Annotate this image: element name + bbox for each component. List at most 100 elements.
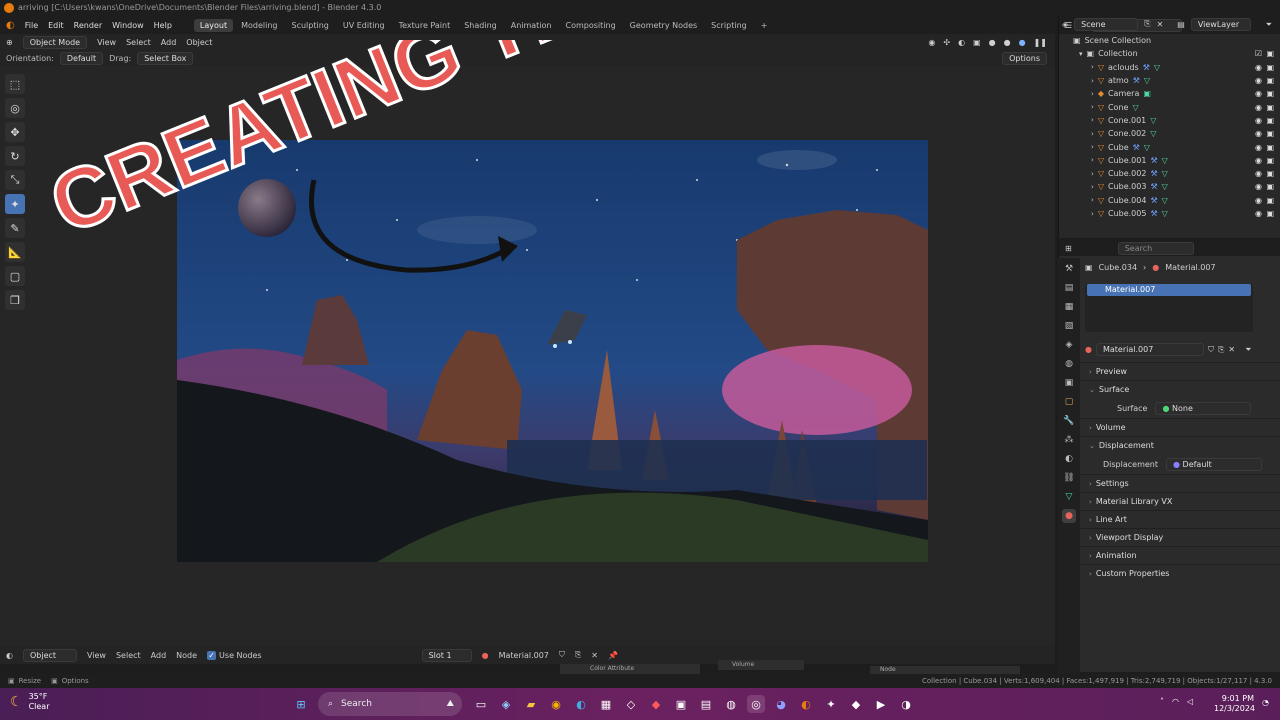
- unlink-material-icon[interactable]: ✕: [1228, 345, 1235, 354]
- outliner-item[interactable]: › ▽ Cone ▽ ◉ ▣: [1059, 100, 1280, 113]
- rotate-tool-icon[interactable]: ↻: [5, 146, 25, 166]
- checkbox-icon[interactable]: ☑: [1255, 49, 1262, 58]
- scene-collection-row[interactable]: ▣ Scene Collection: [1059, 34, 1280, 47]
- output-tab-icon[interactable]: ▦: [1062, 300, 1076, 314]
- camera-visibility-icon[interactable]: ▣: [1266, 76, 1274, 85]
- volume-icon[interactable]: ◁: [1187, 697, 1193, 706]
- orientation-dropdown[interactable]: Default: [59, 51, 104, 65]
- red-app-icon[interactable]: ◆: [647, 695, 665, 713]
- camera-visibility-icon[interactable]: ▣: [1266, 129, 1274, 138]
- editor-type-icon[interactable]: ⊕: [6, 38, 13, 47]
- node-editor-type-icon[interactable]: ◐: [6, 651, 13, 660]
- store-icon[interactable]: ▤: [697, 695, 715, 713]
- wifi-icon[interactable]: ◠: [1172, 697, 1179, 706]
- viewport-menu-select[interactable]: Select: [126, 38, 151, 47]
- delete-scene-icon[interactable]: ✕: [1157, 20, 1164, 29]
- drag-dropdown[interactable]: Select Box: [137, 51, 194, 65]
- outliner-item[interactable]: › ▽ Cube.001 ⚒ ▽ ◉ ▣: [1059, 154, 1280, 167]
- tray-chevron-icon[interactable]: ˄: [1160, 697, 1164, 706]
- viewlayer-dropdown[interactable]: ViewLayer: [1190, 17, 1251, 31]
- outliner-item[interactable]: › ▽ Cone.002 ▽ ◉ ▣: [1059, 127, 1280, 140]
- panel-preview[interactable]: › Preview: [1081, 362, 1280, 380]
- steam-icon[interactable]: ◍: [722, 695, 740, 713]
- gizmo-icon[interactable]: ✣: [943, 38, 950, 47]
- duplicate-material-icon[interactable]: ⎘: [1218, 345, 1224, 355]
- node-duplicate-icon[interactable]: ⎘: [575, 650, 581, 660]
- checkbox-checked-icon[interactable]: ✓: [207, 650, 217, 660]
- outliner-item[interactable]: › ▽ Cube.003 ⚒ ▽ ◉ ▣: [1059, 180, 1280, 193]
- surface-value-field[interactable]: ● None: [1155, 401, 1252, 415]
- menu-window[interactable]: Window: [112, 21, 144, 30]
- collection-tab-icon[interactable]: ▣: [1062, 376, 1076, 390]
- properties-search-input[interactable]: Search: [1117, 241, 1194, 255]
- panel-line-art[interactable]: › Line Art: [1081, 510, 1280, 528]
- viewport-menu-view[interactable]: View: [97, 38, 116, 47]
- media-player-icon[interactable]: ▶: [872, 695, 890, 713]
- add-cube-tool-icon[interactable]: ▢: [5, 266, 25, 286]
- node-menu-node[interactable]: Node: [176, 651, 197, 660]
- fake-user-icon[interactable]: ⛉: [1208, 345, 1214, 355]
- node-object-dropdown[interactable]: Object: [22, 648, 77, 662]
- node-sidebar-node[interactable]: Node: [870, 666, 1020, 674]
- viewport-menu-object[interactable]: Object: [186, 38, 212, 47]
- data-tab-icon[interactable]: ▽: [1062, 490, 1076, 504]
- chrome-icon[interactable]: ◉: [547, 695, 565, 713]
- node-menu-select[interactable]: Select: [116, 651, 141, 660]
- notification-bell-icon[interactable]: ◔: [1262, 698, 1269, 707]
- node-menu-view[interactable]: View: [87, 651, 106, 660]
- scale-tool-icon[interactable]: ⤡: [5, 170, 25, 190]
- camera-visibility-icon[interactable]: ▣: [1266, 103, 1274, 112]
- pause-icon[interactable]: ❚❚: [1034, 38, 1047, 47]
- app-icon[interactable]: ◇: [622, 695, 640, 713]
- world-tab-icon[interactable]: ◍: [1062, 357, 1076, 371]
- slot-dropdown[interactable]: Slot 1: [421, 648, 472, 662]
- new-scene-icon[interactable]: ⎘: [1144, 19, 1150, 29]
- outliner-item[interactable]: › ▽ aclouds ⚒ ▽ ◉ ▣: [1059, 61, 1280, 74]
- tab-geometry-nodes[interactable]: Geometry Nodes: [624, 19, 703, 32]
- move-tool-icon[interactable]: ✥: [5, 122, 25, 142]
- rendered-shading-icon[interactable]: ●: [1019, 38, 1026, 47]
- app-icon[interactable]: ✦: [822, 695, 840, 713]
- render-tab-icon[interactable]: ▤: [1062, 281, 1076, 295]
- blender-menu-icon[interactable]: ◐: [6, 20, 15, 31]
- tab-scripting[interactable]: Scripting: [705, 19, 753, 32]
- filter-icon[interactable]: ⏷: [1245, 345, 1251, 355]
- camera-visibility-icon[interactable]: ▣: [1266, 169, 1274, 178]
- menu-help[interactable]: Help: [154, 21, 172, 30]
- tab-layout[interactable]: Layout: [193, 18, 234, 32]
- add-workspace-button[interactable]: +: [755, 19, 774, 32]
- eye-icon[interactable]: ◉: [1255, 209, 1262, 218]
- tab-modeling[interactable]: Modeling: [235, 19, 283, 32]
- camera-visibility-icon[interactable]: ▣: [1266, 49, 1274, 58]
- node-unlink-icon[interactable]: ✕: [591, 651, 598, 660]
- windows-start-icon[interactable]: ⊞: [292, 695, 310, 713]
- eye-icon[interactable]: ◉: [1255, 89, 1262, 98]
- camera-visibility-icon[interactable]: ▣: [1266, 196, 1274, 205]
- material-slot-selected[interactable]: Material.007: [1087, 284, 1251, 296]
- camera-visibility-icon[interactable]: ▣: [1266, 182, 1274, 191]
- eye-icon[interactable]: ◉: [1255, 169, 1262, 178]
- add-object-tool-icon[interactable]: ❒: [5, 290, 25, 310]
- constraints-tab-icon[interactable]: ⛓: [1062, 471, 1076, 485]
- visibility-icon[interactable]: ◉: [928, 38, 935, 47]
- pin-icon[interactable]: 📌: [608, 651, 618, 660]
- material-name-field[interactable]: Material.007: [1095, 343, 1204, 356]
- task-view-icon[interactable]: ▭: [472, 695, 490, 713]
- viewport-menu-add[interactable]: Add: [161, 38, 177, 47]
- panel-viewport-display[interactable]: › Viewport Display: [1081, 528, 1280, 546]
- properties-editor-icon[interactable]: ⊞: [1065, 244, 1072, 253]
- use-nodes-toggle[interactable]: ✓ Use Nodes: [207, 650, 262, 660]
- panel-animation[interactable]: › Animation: [1081, 546, 1280, 564]
- panel-surface[interactable]: ⌄ Surface: [1081, 380, 1280, 398]
- outliner-item[interactable]: › ◆ Camera ▣ ◉ ▣: [1059, 87, 1280, 100]
- eye-icon[interactable]: ◉: [1255, 156, 1262, 165]
- mode-dropdown[interactable]: Object Mode: [22, 35, 88, 49]
- panel-material-library[interactable]: › Material Library VX: [1081, 492, 1280, 510]
- node-volume[interactable]: Volume: [718, 660, 804, 670]
- node-color-attribute[interactable]: Color Attribute: [560, 664, 700, 674]
- eye-icon[interactable]: ◉: [1255, 103, 1262, 112]
- options-dropdown[interactable]: Options: [1002, 51, 1047, 65]
- tab-sculpting[interactable]: Sculpting: [286, 19, 335, 32]
- tab-compositing[interactable]: Compositing: [560, 19, 622, 32]
- eye-icon[interactable]: ◉: [1255, 143, 1262, 152]
